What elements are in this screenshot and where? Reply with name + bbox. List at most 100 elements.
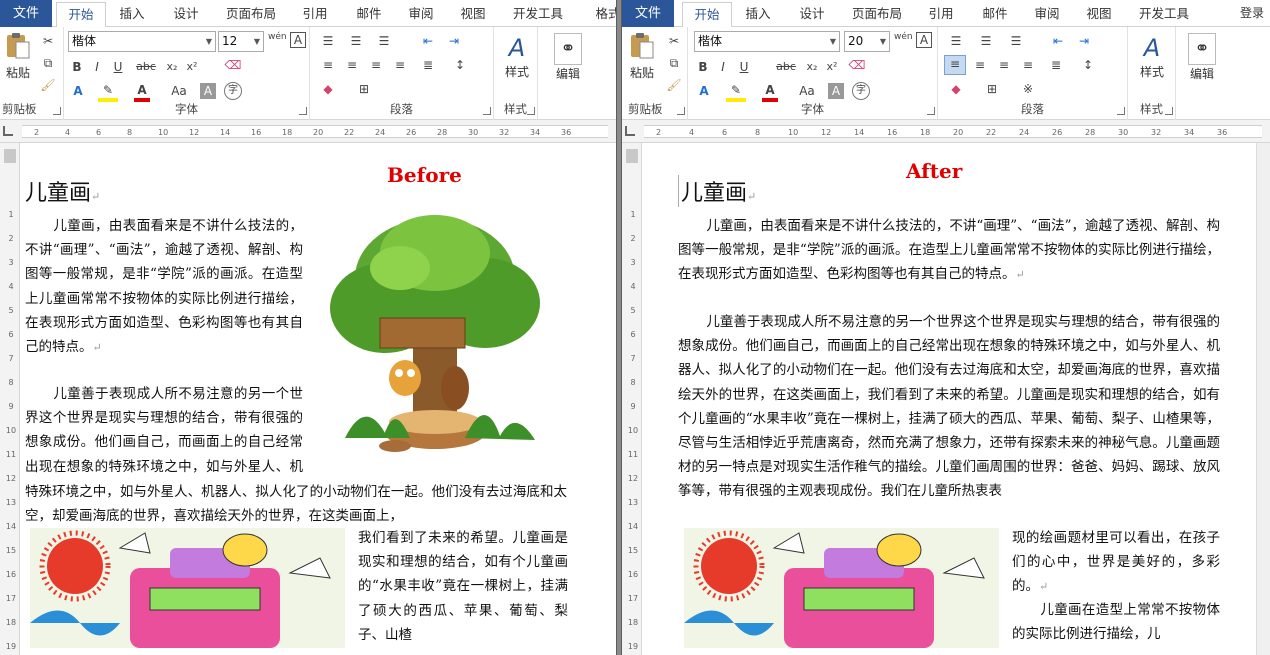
horizontal-ruler[interactable]: 2 4 6 8 10 12 14 16 18 20 22 24 26 28 30… xyxy=(0,120,616,143)
font-launcher-icon[interactable] xyxy=(927,107,935,115)
font-size-combobox[interactable]: 12 ▼ xyxy=(218,31,264,52)
enclose-char-icon[interactable]: 字 xyxy=(224,82,242,100)
paragraph-launcher-icon[interactable] xyxy=(1117,107,1125,115)
change-case-icon[interactable]: Aa xyxy=(796,83,818,99)
clear-format-icon[interactable]: ⌫ xyxy=(224,57,242,73)
tab-home[interactable]: 开始 xyxy=(56,2,106,28)
document-page[interactable]: After 儿童画↵ 儿童画，由表面看来是不讲什么技法的，不讲“画理”、“画法”… xyxy=(642,143,1256,655)
shading-icon[interactable]: ◆ xyxy=(946,81,966,97)
cut-icon[interactable]: ✂ xyxy=(666,33,682,49)
change-case-icon[interactable]: Aa xyxy=(168,83,190,99)
phonetic-guide-icon[interactable]: wén xyxy=(268,29,287,45)
tab-format[interactable]: 格式 xyxy=(588,0,616,27)
tab-layout[interactable]: 页面布局 xyxy=(218,0,284,27)
bold-icon[interactable]: B xyxy=(70,59,84,75)
font-size-combobox[interactable]: 20 ▼ xyxy=(844,31,890,52)
format-painter-icon[interactable]: 🖌 xyxy=(666,77,682,93)
text-effects-icon[interactable]: A xyxy=(696,83,712,99)
font-color-icon[interactable]: A xyxy=(134,82,150,102)
paragraph-2-full[interactable]: 特殊环境之中，如与外星人、机器人、拟人化了的小动物们在一起。他们没有去过海底和太… xyxy=(25,480,567,530)
distribute-icon[interactable]: ≣ xyxy=(1046,57,1066,73)
italic-icon[interactable]: I xyxy=(716,59,730,75)
char-border-icon[interactable]: A xyxy=(916,32,932,48)
tab-view[interactable]: 视图 xyxy=(450,0,496,27)
paste-button[interactable]: 粘贴 xyxy=(2,31,34,81)
decrease-indent-icon[interactable]: ⇤ xyxy=(1048,33,1068,49)
italic-icon[interactable]: I xyxy=(90,59,104,75)
font-launcher-icon[interactable] xyxy=(299,107,307,115)
login-link[interactable]: 登录 xyxy=(1240,0,1264,27)
tab-design[interactable]: 设计 xyxy=(160,0,212,27)
tab-design[interactable]: 设计 xyxy=(786,0,838,27)
clear-format-icon[interactable]: ⌫ xyxy=(848,57,866,73)
vertical-scrollbar[interactable] xyxy=(1256,143,1270,655)
tab-insert[interactable]: 插入 xyxy=(736,0,780,27)
tab-selector-icon[interactable] xyxy=(3,126,13,136)
phonetic-guide-icon[interactable]: wén xyxy=(894,29,913,45)
strikethrough-icon[interactable]: abc xyxy=(772,59,800,75)
borders-icon[interactable]: ⊞ xyxy=(982,81,1002,97)
increase-indent-icon[interactable]: ⇥ xyxy=(444,33,464,49)
align-left-icon[interactable]: ≡ xyxy=(944,55,966,75)
tab-references[interactable]: 引用 xyxy=(916,0,966,27)
char-border-icon[interactable]: A xyxy=(290,32,306,48)
underline-icon[interactable]: U xyxy=(736,59,752,75)
decrease-indent-icon[interactable]: ⇤ xyxy=(418,33,438,49)
styles-button[interactable]: A 样式 xyxy=(1132,33,1172,80)
line-spacing-icon[interactable]: ↕ xyxy=(1078,57,1098,73)
enclose-char-icon[interactable]: 字 xyxy=(852,82,870,100)
tab-selector-icon[interactable] xyxy=(625,126,635,136)
file-tab[interactable]: 文件 xyxy=(0,0,52,27)
shading-icon[interactable]: ◆ xyxy=(318,81,338,97)
paragraph-2[interactable]: 儿童善于表现成人所不易注意的另一个世界这个世界是现实与理想的结合，带有很强的想象… xyxy=(678,310,1220,528)
highlight-icon[interactable]: ✎ xyxy=(726,82,746,102)
increase-indent-icon[interactable]: ⇥ xyxy=(1074,33,1094,49)
bold-icon[interactable]: B xyxy=(696,59,710,75)
format-painter-icon[interactable]: 🖌 xyxy=(40,77,56,93)
paragraph-1[interactable]: 儿童画，由表面看来是不讲什么技法的，不讲“画理”、“画法”，逾越了透视、解剖、构… xyxy=(678,214,1220,310)
editing-button[interactable]: ⚭ 编辑 xyxy=(1182,33,1222,82)
styles-launcher-icon[interactable] xyxy=(1165,107,1173,115)
file-tab[interactable]: 文件 xyxy=(622,0,674,27)
numbering-icon[interactable]: ☰ xyxy=(976,33,996,49)
justify-icon[interactable]: ≡ xyxy=(1018,57,1038,73)
numbering-icon[interactable]: ☰ xyxy=(346,33,366,49)
align-center-icon[interactable]: ≡ xyxy=(342,57,362,73)
align-right-icon[interactable]: ≡ xyxy=(366,57,386,73)
copy-icon[interactable]: ⧉ xyxy=(666,55,682,71)
font-color-icon[interactable]: A xyxy=(762,82,778,102)
tab-developer[interactable]: 开发工具 xyxy=(1128,0,1200,27)
styles-button[interactable]: A 样式 xyxy=(498,33,536,80)
editing-button[interactable]: ⚭ 编辑 xyxy=(548,33,588,82)
tab-review[interactable]: 审阅 xyxy=(1024,0,1070,27)
text-effects-icon[interactable]: A xyxy=(70,83,86,99)
horizontal-ruler[interactable]: 2 4 6 8 10 12 14 16 18 20 22 24 26 28 30… xyxy=(622,120,1270,143)
font-name-combobox[interactable]: 楷体 ▼ xyxy=(694,31,840,52)
align-center-icon[interactable]: ≡ xyxy=(970,57,990,73)
tab-layout[interactable]: 页面布局 xyxy=(844,0,910,27)
tab-home[interactable]: 开始 xyxy=(682,2,732,28)
subscript-icon[interactable]: x₂ xyxy=(804,59,820,75)
tab-mailings[interactable]: 邮件 xyxy=(972,0,1018,27)
document-page[interactable]: Before 儿童画↵ 儿童画，由表面看来是不讲什么技法的，不讲“画理”、“画法… xyxy=(20,143,616,655)
font-name-combobox[interactable]: 楷体 ▼ xyxy=(68,31,216,52)
tab-developer[interactable]: 开发工具 xyxy=(502,0,574,27)
superscript-icon[interactable]: x² xyxy=(184,59,200,75)
paragraph-2-continued[interactable]: 现的绘画题材里可以看出，在孩子们的心中，世界是美好的，多彩的。↵ xyxy=(1012,526,1220,598)
distribute-icon[interactable]: ≣ xyxy=(418,57,438,73)
tab-view[interactable]: 视图 xyxy=(1076,0,1122,27)
clipboard-launcher-icon[interactable] xyxy=(677,107,685,115)
bullets-icon[interactable]: ☰ xyxy=(318,33,338,49)
clipboard-launcher-icon[interactable] xyxy=(53,107,61,115)
tab-mailings[interactable]: 邮件 xyxy=(346,0,392,27)
multilevel-list-icon[interactable]: ☰ xyxy=(374,33,394,49)
subscript-icon[interactable]: x₂ xyxy=(164,59,180,75)
align-right-icon[interactable]: ≡ xyxy=(994,57,1014,73)
tab-review[interactable]: 审阅 xyxy=(398,0,444,27)
superscript-icon[interactable]: x² xyxy=(824,59,840,75)
highlight-icon[interactable]: ✎ xyxy=(98,82,118,102)
ship-drawing-image[interactable] xyxy=(30,528,345,648)
tab-insert[interactable]: 插入 xyxy=(110,0,154,27)
tab-references[interactable]: 引用 xyxy=(290,0,340,27)
underline-icon[interactable]: U xyxy=(110,59,126,75)
